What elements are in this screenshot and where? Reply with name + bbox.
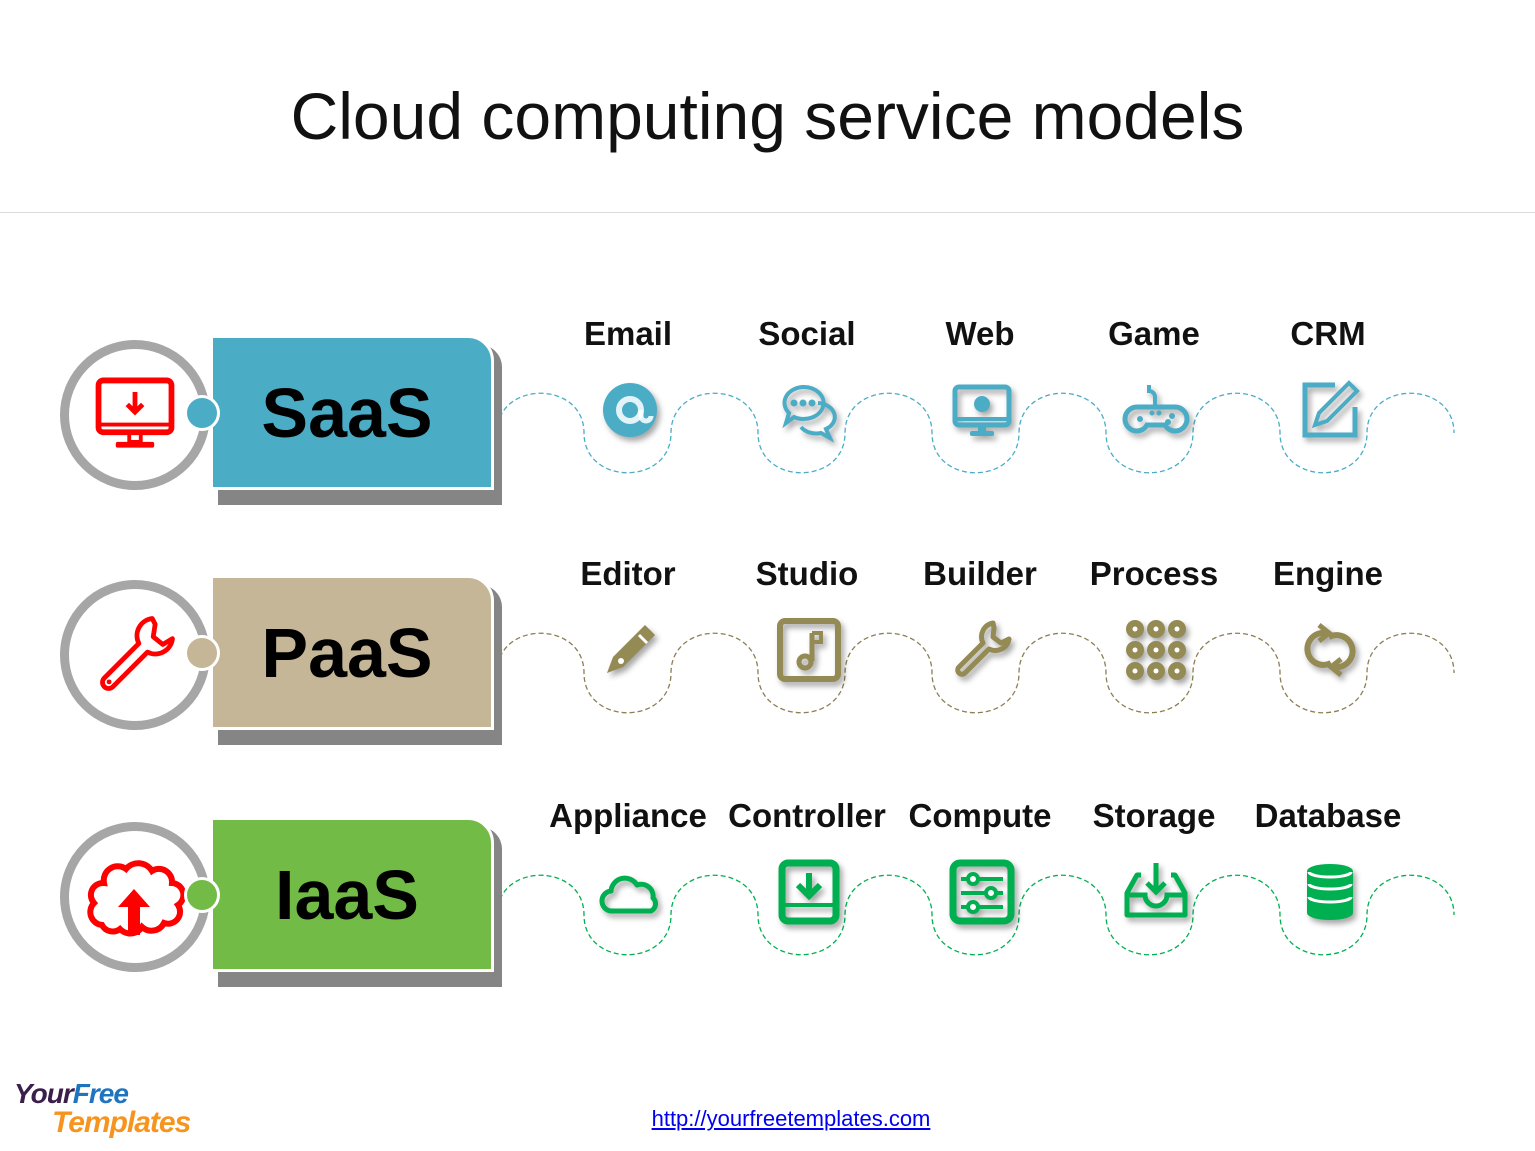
- connector-knob: [184, 877, 220, 913]
- inbox-download-icon: [1121, 857, 1191, 927]
- model-name: PaaS: [261, 613, 433, 692]
- model-name: SaaS: [261, 373, 433, 452]
- sliders-icon: [947, 857, 1017, 927]
- model-label-box-paas: PaaS: [210, 575, 494, 730]
- service-item-label: Database: [1254, 797, 1402, 834]
- connector-knob: [184, 635, 220, 671]
- logo-text-free: Free: [72, 1078, 129, 1109]
- service-item-label: Storage: [1092, 797, 1216, 834]
- service-item-label: Controller: [728, 797, 886, 834]
- model-label-box-iaas: IaaS: [210, 817, 494, 972]
- service-item-label: Compute: [908, 797, 1052, 834]
- database-icon: [1295, 857, 1365, 927]
- cloud-icon: [595, 857, 665, 927]
- connector-knob: [184, 395, 220, 431]
- footer-link[interactable]: http://yourfreetemplates.com: [0, 1106, 1535, 1132]
- model-label-box-saas: SaaS: [210, 335, 494, 490]
- model-name: IaaS: [275, 855, 419, 934]
- service-item-label: Appliance: [549, 797, 707, 834]
- download-box-icon: [774, 857, 844, 927]
